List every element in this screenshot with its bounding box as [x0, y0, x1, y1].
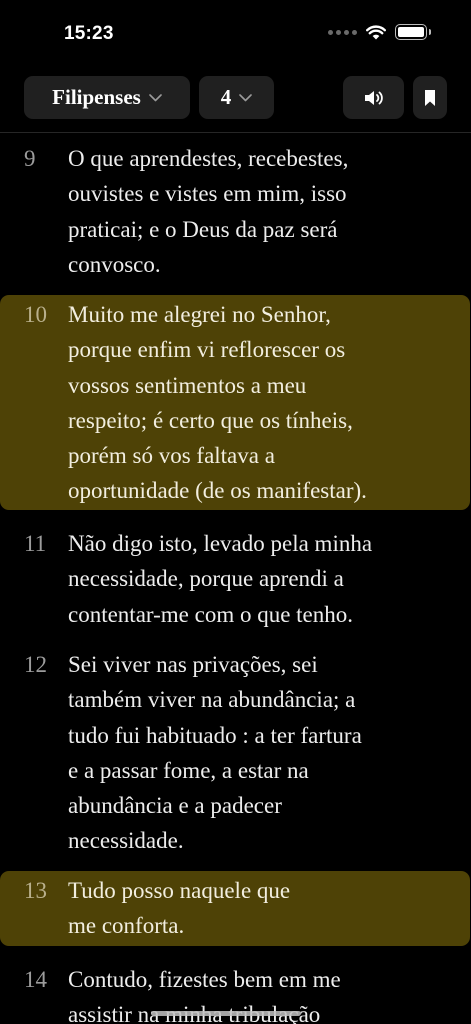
- battery-level: [398, 27, 424, 37]
- chapter-number: 4: [220, 85, 232, 109]
- status-icons: [328, 24, 431, 40]
- battery-icon: [395, 24, 431, 40]
- book-selector[interactable]: Filipenses: [24, 76, 190, 119]
- verse-number: 9: [24, 146, 36, 171]
- verse-item-highlighted[interactable]: 13 Tudo posso naquele que me conforta.: [0, 871, 470, 946]
- status-bar: 15:23: [0, 0, 471, 60]
- verse-number: 14: [24, 967, 47, 992]
- home-indicator[interactable]: [151, 1011, 301, 1016]
- verse-text: Muito me alegrei no Senhor, porque enfim…: [68, 302, 367, 504]
- bookmark-icon: [425, 89, 435, 106]
- book-name: Filipenses: [52, 85, 141, 109]
- status-time: 15:23: [64, 23, 114, 44]
- verse-text: Não digo isto, levado pela minha necessi…: [68, 531, 373, 627]
- signal-icon: [328, 29, 357, 35]
- chevron-down-icon: [239, 93, 253, 102]
- verse-item[interactable]: 11 Não digo isto, levado pela minha nece…: [0, 524, 471, 632]
- verse-item-highlighted[interactable]: 10 Muito me alegrei no Senhor, porque en…: [0, 295, 470, 510]
- verse-item[interactable]: 12 Sei viver nas privações, sei também v…: [0, 645, 471, 859]
- wifi-icon: [366, 24, 386, 39]
- verse-number: 10: [24, 302, 47, 327]
- chevron-down-icon: [149, 93, 162, 102]
- speaker-icon: [364, 90, 383, 105]
- chapter-selector[interactable]: 4: [199, 76, 274, 119]
- reader-toolbar: Filipenses 4: [0, 76, 471, 120]
- verse-number: 11: [24, 531, 47, 556]
- audio-button[interactable]: [343, 76, 404, 119]
- verse-item[interactable]: 9 O que aprendestes, recebestes, ouviste…: [0, 138, 471, 278]
- verse-number: 13: [24, 878, 47, 903]
- bookmark-button[interactable]: [413, 76, 447, 119]
- verse-text: O que aprendestes, recebestes, ouvistes …: [68, 146, 349, 277]
- verse-text: Tudo posso naquele que me conforta.: [68, 878, 291, 939]
- verse-text: Sei viver nas privações, sei também vive…: [68, 652, 362, 854]
- verse-number: 12: [24, 652, 47, 677]
- toolbar-divider: [0, 132, 471, 133]
